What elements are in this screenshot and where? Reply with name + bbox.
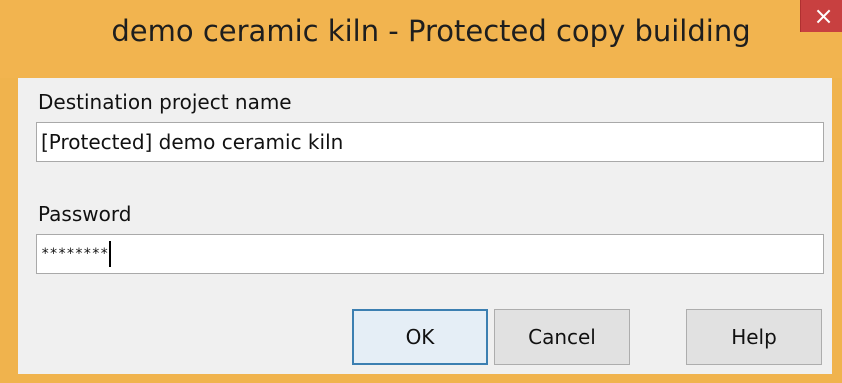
password-value: ******** [41, 246, 109, 262]
destination-project-name-input[interactable]: [Protected] demo ceramic kiln [36, 122, 824, 162]
cancel-button[interactable]: Cancel [494, 309, 630, 365]
help-button[interactable]: Help [686, 309, 822, 365]
close-button[interactable]: × [800, 0, 842, 32]
window-title: demo ceramic kiln - Protected copy build… [111, 14, 751, 48]
password-label: Password [38, 202, 132, 226]
close-icon: × [813, 2, 834, 30]
dialog-window: demo ceramic kiln - Protected copy build… [0, 0, 842, 383]
destination-project-name-label: Destination project name [38, 90, 292, 114]
title-bar: demo ceramic kiln - Protected copy build… [0, 0, 842, 78]
password-input[interactable]: ******** [36, 234, 824, 274]
dialog-body: Destination project name [Protected] dem… [18, 78, 832, 374]
text-caret [109, 241, 112, 267]
destination-project-name-value: [Protected] demo ceramic kiln [41, 130, 344, 154]
ok-button[interactable]: OK [352, 309, 488, 365]
